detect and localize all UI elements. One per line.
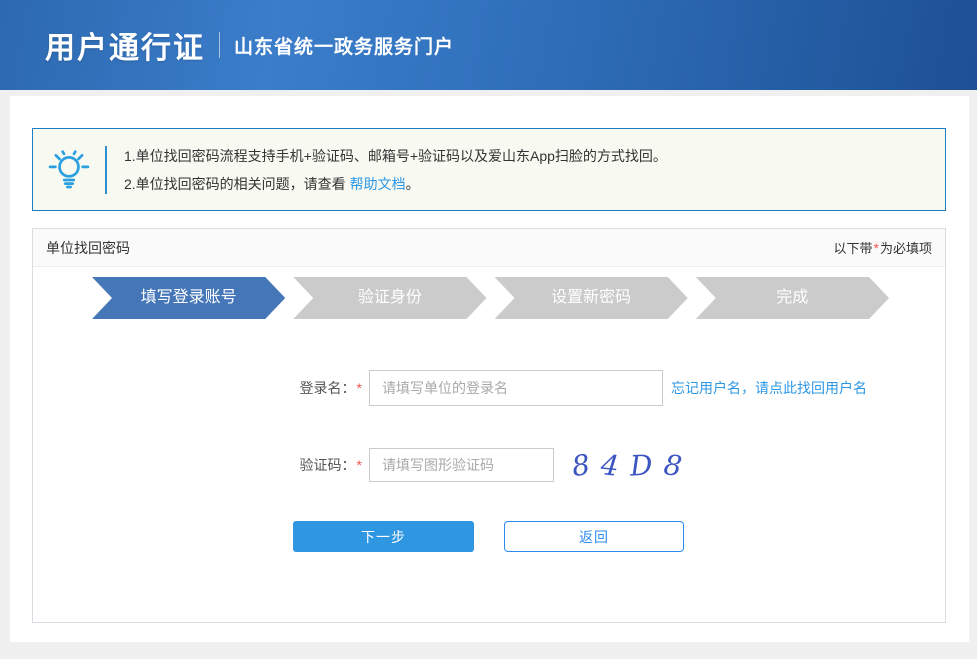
steps-bar: 填写登录账号 验证身份 设置新密码 完成 bbox=[92, 277, 889, 319]
captcha-label-text: 验证码： bbox=[300, 457, 356, 473]
notice-box: 1.单位找回密码流程支持手机+验证码、邮箱号+验证码以及爱山东App扫脸的方式找… bbox=[32, 128, 946, 211]
login-name-row: 登录名：* 忘记用户名，请点此找回用户名 bbox=[33, 370, 945, 406]
forgot-username-link[interactable]: 忘记用户名，请点此找回用户名 bbox=[671, 378, 867, 398]
header-banner: 用户通行证 山东省统一政务服务门户 bbox=[0, 0, 977, 90]
login-name-required-asterisk: * bbox=[356, 380, 363, 396]
captcha-required-asterisk: * bbox=[356, 457, 363, 473]
next-step-button[interactable]: 下一步 bbox=[293, 521, 474, 552]
required-note-prefix: 以下带 bbox=[834, 241, 873, 256]
login-name-input[interactable] bbox=[369, 370, 663, 406]
captcha-image[interactable]: 8 4 D 8 bbox=[568, 446, 686, 484]
panel-title: 单位找回密码 bbox=[46, 238, 130, 258]
site-title: 用户通行证 bbox=[45, 23, 205, 67]
login-name-label-text: 登录名： bbox=[300, 380, 356, 396]
required-asterisk: * bbox=[873, 240, 880, 256]
panel-header: 单位找回密码 以下带*为必填项 bbox=[33, 229, 945, 267]
captcha-row: 验证码：* 8 4 D 8 bbox=[33, 446, 945, 484]
captcha-char: 4 bbox=[599, 448, 620, 483]
step-complete: 完成 bbox=[696, 277, 889, 319]
notice-line-2-suffix: 。 bbox=[406, 176, 420, 192]
help-doc-link[interactable]: 帮助文档 bbox=[350, 176, 406, 192]
captcha-char: 8 bbox=[662, 448, 684, 483]
required-note: 以下带*为必填项 bbox=[834, 238, 932, 257]
back-button[interactable]: 返回 bbox=[504, 521, 684, 552]
lightbulb-icon bbox=[48, 149, 90, 191]
password-recovery-panel: 单位找回密码 以下带*为必填项 填写登录账号 验证身份 设置新密码 完成 登录名… bbox=[32, 228, 946, 623]
site-subtitle: 山东省统一政务服务门户 bbox=[234, 32, 454, 59]
notice-line-2: 2.单位找回密码的相关问题，请查看 帮助文档。 bbox=[124, 170, 667, 198]
captcha-label: 验证码：* bbox=[33, 455, 363, 475]
step-set-new-password: 设置新密码 bbox=[495, 277, 688, 319]
header-title-divider bbox=[219, 32, 220, 58]
main-content: 1.单位找回密码流程支持手机+验证码、邮箱号+验证码以及爱山东App扫脸的方式找… bbox=[10, 96, 969, 642]
notice-text: 1.单位找回密码流程支持手机+验证码、邮箱号+验证码以及爱山东App扫脸的方式找… bbox=[107, 142, 667, 198]
login-name-label: 登录名：* bbox=[33, 378, 363, 398]
notice-icon-wrap bbox=[33, 149, 105, 191]
notice-line-1: 1.单位找回密码流程支持手机+验证码、邮箱号+验证码以及爱山东App扫脸的方式找… bbox=[124, 142, 667, 170]
notice-line-2-prefix: 2.单位找回密码的相关问题，请查看 bbox=[124, 176, 350, 192]
captcha-input[interactable] bbox=[369, 448, 554, 482]
page: 用户通行证 山东省统一政务服务门户 bbox=[0, 0, 977, 659]
required-note-suffix: 为必填项 bbox=[880, 241, 932, 256]
step-fill-account: 填写登录账号 bbox=[92, 277, 285, 319]
button-row: 下一步 返回 bbox=[33, 521, 945, 552]
step-verify-identity: 验证身份 bbox=[293, 277, 486, 319]
captcha-char: D bbox=[629, 448, 653, 482]
captcha-char: 8 bbox=[570, 447, 592, 482]
